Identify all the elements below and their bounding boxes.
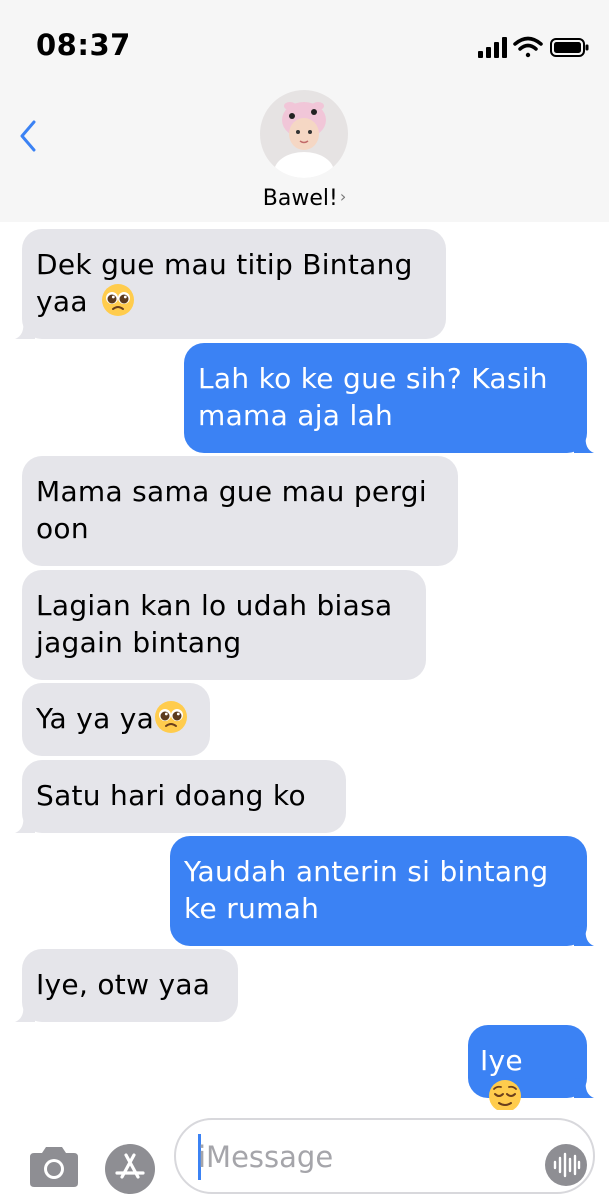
status-time: 08:37 (36, 28, 131, 62)
message-text: yaa (36, 285, 88, 318)
message-text: Yaudah anterin si bintang (184, 855, 549, 888)
bubble-tail (574, 433, 594, 453)
message-bubble-outgoing[interactable]: Iye (468, 1025, 594, 1112)
imessage-input[interactable] (198, 1138, 518, 1176)
conversation-header: 08:37 Bawel! › (0, 0, 609, 222)
pleading-face-emoji (155, 701, 188, 733)
imessage-field[interactable] (174, 1118, 595, 1194)
message-bubble-outgoing[interactable]: Lah ko ke gue sih? Kasih mama aja lah (184, 343, 594, 453)
message-bubble-incoming[interactable]: Lagian kan lo udah biasa jagain bintang (22, 570, 426, 680)
message-bubble-incoming[interactable]: Dek gue mau titip Bintang yaa (15, 229, 446, 339)
message-bubble-incoming[interactable]: Iye, otw yaa (15, 949, 238, 1022)
message-bubble-outgoing[interactable]: Yaudah anterin si bintang ke rumah (170, 836, 594, 946)
wifi-icon (513, 36, 543, 58)
message-text: Dek gue mau titip Bintang (36, 248, 413, 281)
message-bubble-incoming[interactable]: Ya ya ya (22, 683, 210, 756)
signal-icon (478, 37, 507, 58)
message-text: jagain bintang (36, 626, 242, 659)
message-text: Satu hari doang ko (36, 779, 306, 812)
back-chevron-icon[interactable] (14, 116, 44, 156)
bubble-tail (574, 926, 594, 946)
bubble-tail (15, 813, 35, 833)
message-text: Lah ko ke gue sih? Kasih (198, 362, 548, 395)
message-text: ke rumah (184, 892, 320, 925)
battery-icon (550, 38, 589, 57)
message-bubble-incoming[interactable]: Mama sama gue mau pergi oon (22, 456, 458, 566)
message-text: Ya ya ya (36, 702, 155, 735)
app-store-icon[interactable] (104, 1143, 156, 1195)
pleading-face-emoji (102, 284, 134, 316)
message-text: Mama sama gue mau pergi (36, 475, 427, 508)
name-chevron-icon: › (339, 187, 347, 206)
camera-icon[interactable] (26, 1145, 82, 1189)
message-text: Lagian kan lo udah biasa (36, 589, 393, 622)
bubble-tail (15, 319, 35, 339)
message-text: Iye (480, 1044, 523, 1077)
message-text: oon (36, 512, 89, 545)
avatar[interactable] (260, 90, 348, 178)
status-icons (478, 36, 589, 58)
relieved-face-emoji (489, 1080, 521, 1112)
bubble-tail (574, 1078, 594, 1098)
message-text: mama aja lah (198, 399, 394, 432)
message-text: Iye, otw yaa (36, 968, 211, 1001)
contact-name[interactable]: Bawel! › (0, 186, 609, 211)
bubble-tail (15, 1002, 35, 1022)
message-bubble-incoming[interactable]: Satu hari doang ko (15, 760, 346, 833)
audio-record-icon[interactable] (545, 1144, 587, 1186)
